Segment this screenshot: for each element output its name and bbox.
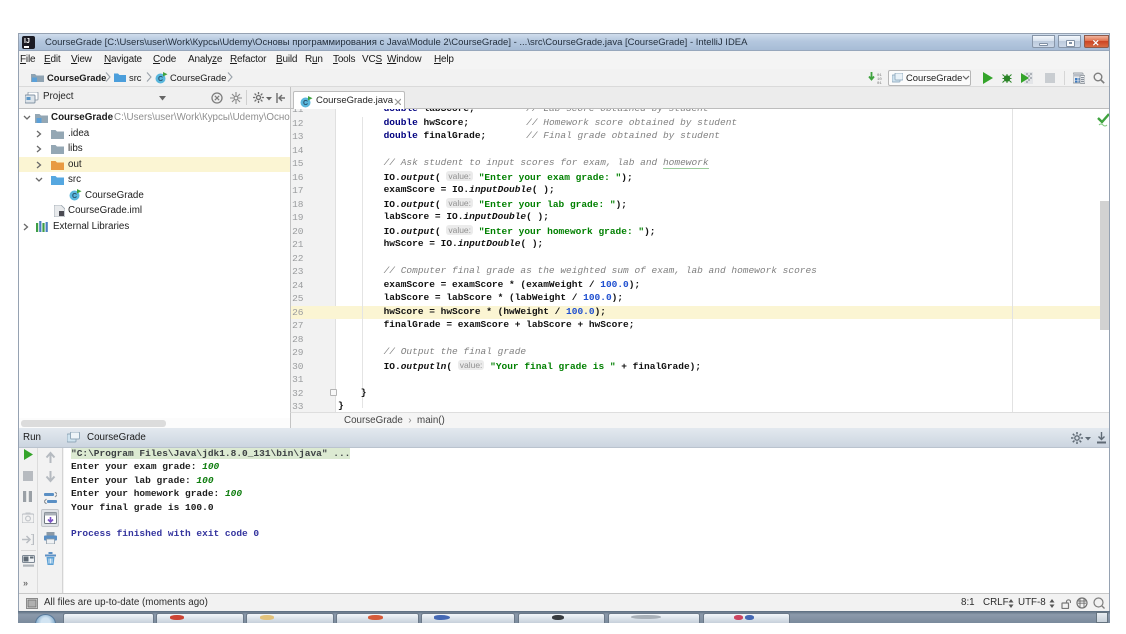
svg-text:C: C xyxy=(303,100,308,107)
svg-text:C: C xyxy=(72,193,77,200)
svg-text:C: C xyxy=(158,76,163,83)
svg-text:01: 01 xyxy=(877,82,882,84)
